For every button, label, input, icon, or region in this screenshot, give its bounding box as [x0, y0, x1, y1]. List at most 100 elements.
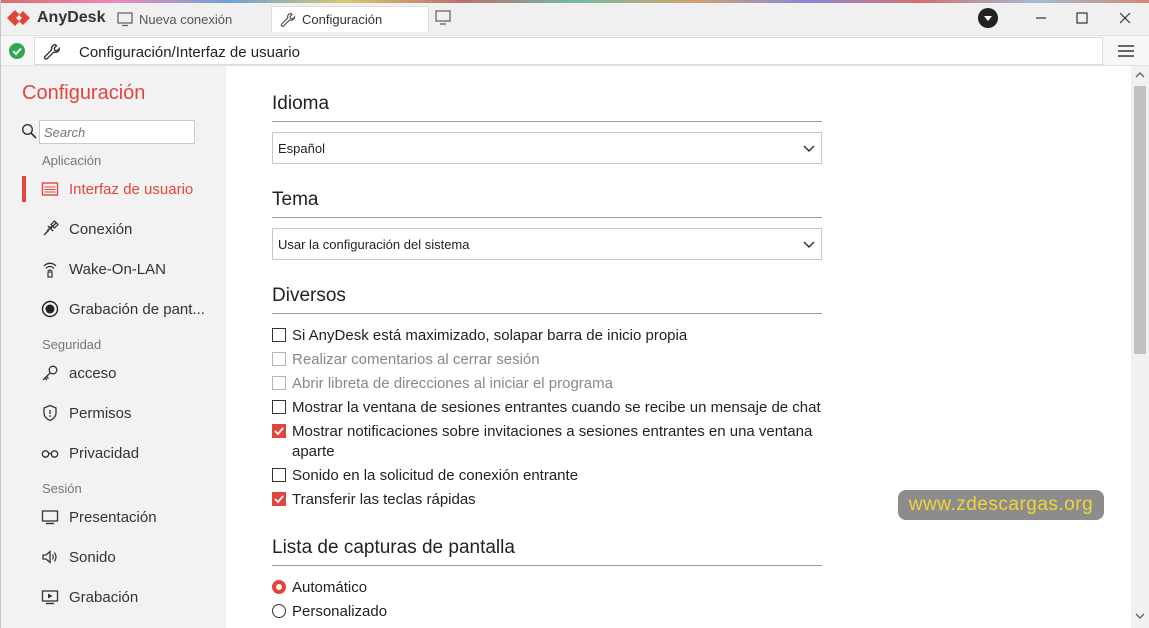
sidebar-item-grabacion[interactable]: Grabación: [1, 583, 226, 611]
checkbox-label: Mostrar la ventana de sesiones entrantes…: [292, 399, 821, 416]
checkbox-solapar-barra[interactable]: Si AnyDesk está maximizado, solapar barr…: [272, 326, 832, 346]
scroll-down-icon[interactable]: [1135, 612, 1145, 620]
checkbox-label: Transferir las teclas rápidas: [292, 491, 476, 508]
shield-icon: [41, 404, 59, 422]
checkbox-box[interactable]: [272, 492, 286, 506]
anydesk-logo-icon: [7, 10, 30, 26]
checkbox-comentarios[interactable]: Realizar comentarios al cerrar sesión: [272, 350, 832, 370]
tab-nueva-conexion[interactable]: Nueva conexión: [109, 6, 240, 32]
theme-select[interactable]: Usar la configuración del sistema: [272, 228, 822, 260]
record-icon: [41, 300, 59, 318]
settings-sidebar: Configuración Aplicación Interfaz de usu…: [1, 66, 226, 628]
sidebar-item-label: Permisos: [69, 405, 132, 422]
maximize-button[interactable]: [1071, 7, 1093, 29]
radio-label: Personalizado: [292, 603, 388, 620]
hamburger-menu-icon[interactable]: [1116, 41, 1136, 61]
radio-label: Automático: [292, 579, 368, 596]
vertical-scrollbar[interactable]: [1131, 66, 1149, 628]
sidebar-item-wake-on-lan[interactable]: Wake-On-LAN: [1, 255, 226, 283]
minimize-button[interactable]: [1030, 7, 1052, 29]
tab-configuracion[interactable]: Configuración: [271, 6, 429, 32]
checkbox-box[interactable]: [272, 424, 286, 438]
checkbox-label: Mostrar notificaciones sobre invitacione…: [292, 423, 813, 460]
sidebar-search-input[interactable]: [39, 120, 195, 144]
checkbox-label: Si AnyDesk está maximizado, solapar barr…: [292, 327, 688, 344]
checkbox-libreta[interactable]: Abrir libreta de direcciones al iniciar …: [272, 374, 832, 394]
sidebar-item-interfaz[interactable]: Interfaz de usuario: [1, 175, 226, 203]
checkbox-box[interactable]: [272, 352, 286, 366]
sidebar-item-privacidad[interactable]: Privacidad: [1, 439, 226, 467]
anydesk-window: AnyDesk Nueva conexión Configuración Con…: [0, 0, 1149, 628]
app-name: AnyDesk: [37, 9, 106, 26]
settings-content: Idioma Español Tema Usar la configuració…: [226, 66, 1131, 628]
sidebar-item-sonido[interactable]: Sonido: [1, 543, 226, 571]
sidebar-item-permisos[interactable]: Permisos: [1, 399, 226, 427]
chevron-down-icon: [803, 241, 815, 249]
checkmark-icon: [274, 495, 284, 504]
wrench-icon: [280, 12, 296, 27]
title-bar: AnyDesk Nueva conexión Configuración: [1, 0, 1149, 36]
app-logo: AnyDesk: [7, 8, 105, 28]
tab-label: Configuración: [302, 12, 383, 27]
close-button[interactable]: [1114, 7, 1136, 29]
heading-idioma: Idioma: [272, 93, 330, 114]
sidebar-item-label: Privacidad: [69, 445, 140, 462]
checkmark-icon: [274, 427, 284, 436]
checkbox-label: Abrir libreta de direcciones al iniciar …: [292, 375, 613, 392]
heading-diversos: Diversos: [272, 285, 346, 306]
checkbox-box[interactable]: [272, 468, 286, 482]
radio-dot[interactable]: [272, 580, 286, 594]
sidebar-item-conexion[interactable]: Conexión: [1, 215, 226, 243]
scrollbar-thumb[interactable]: [1134, 86, 1146, 354]
key-icon: [41, 364, 59, 382]
watermark: www.zdescargas.org: [898, 490, 1104, 520]
divider: [272, 121, 822, 122]
checkbox-box[interactable]: [272, 328, 286, 342]
sidebar-item-label: Conexión: [69, 221, 133, 238]
monitor-icon: [117, 12, 133, 27]
scroll-up-icon[interactable]: [1135, 71, 1145, 79]
search-icon: [21, 123, 37, 139]
sidebar-item-acceso[interactable]: acceso: [1, 359, 226, 387]
divider: [272, 217, 822, 218]
divider: [272, 313, 822, 314]
address-path: Configuración/Interfaz de usuario: [79, 44, 300, 61]
display-icon: [41, 508, 59, 526]
language-select[interactable]: Español: [272, 132, 822, 164]
sidebar-item-presentacion[interactable]: Presentación: [1, 503, 226, 531]
section-aplicacion: Aplicación: [42, 153, 102, 168]
section-seguridad: Seguridad: [42, 337, 102, 352]
connection-icon: [41, 220, 59, 238]
status-ok-icon: [9, 43, 25, 59]
minimize-icon: [1036, 17, 1046, 19]
checkbox-box[interactable]: [272, 376, 286, 390]
radio-dot[interactable]: [272, 604, 286, 618]
sidebar-item-label: acceso: [69, 365, 117, 382]
maximize-icon: [1076, 12, 1088, 24]
new-tab-icon[interactable]: [434, 9, 454, 27]
checkbox-sonido-solicitud[interactable]: Sonido en la solicitud de conexión entra…: [272, 466, 832, 486]
address-bar: Configuración/Interfaz de usuario: [1, 36, 1149, 66]
sidebar-item-label: Presentación: [69, 509, 157, 526]
tab-label: Nueva conexión: [139, 11, 233, 27]
sidebar-item-grabacion-pantalla[interactable]: Grabación de pant...: [1, 295, 226, 323]
ui-icon: [41, 180, 59, 198]
sidebar-item-label: Wake-On-LAN: [69, 261, 166, 278]
desktop-strip: [1, 0, 1149, 3]
glasses-icon: [41, 444, 59, 462]
speaker-icon: [41, 548, 59, 566]
sidebar-item-label: Sonido: [69, 549, 116, 566]
checkbox-teclas-rapidas[interactable]: Transferir las teclas rápidas: [272, 490, 832, 510]
checkbox-box[interactable]: [272, 400, 286, 414]
download-button[interactable]: [977, 7, 999, 29]
active-indicator: [22, 176, 26, 202]
divider: [272, 565, 822, 566]
heading-tema: Tema: [272, 189, 319, 210]
checkbox-ventana-sesiones[interactable]: Mostrar la ventana de sesiones entrantes…: [272, 398, 832, 418]
address-input[interactable]: Configuración/Interfaz de usuario: [34, 37, 1103, 65]
checkbox-notificaciones[interactable]: Mostrar notificaciones sobre invitacione…: [272, 422, 832, 462]
chevron-down-icon: [803, 145, 815, 153]
close-icon: [1119, 12, 1131, 24]
heading-capturas: Lista de capturas de pantalla: [272, 537, 515, 558]
checkbox-label: Sonido en la solicitud de conexión entra…: [292, 467, 579, 484]
